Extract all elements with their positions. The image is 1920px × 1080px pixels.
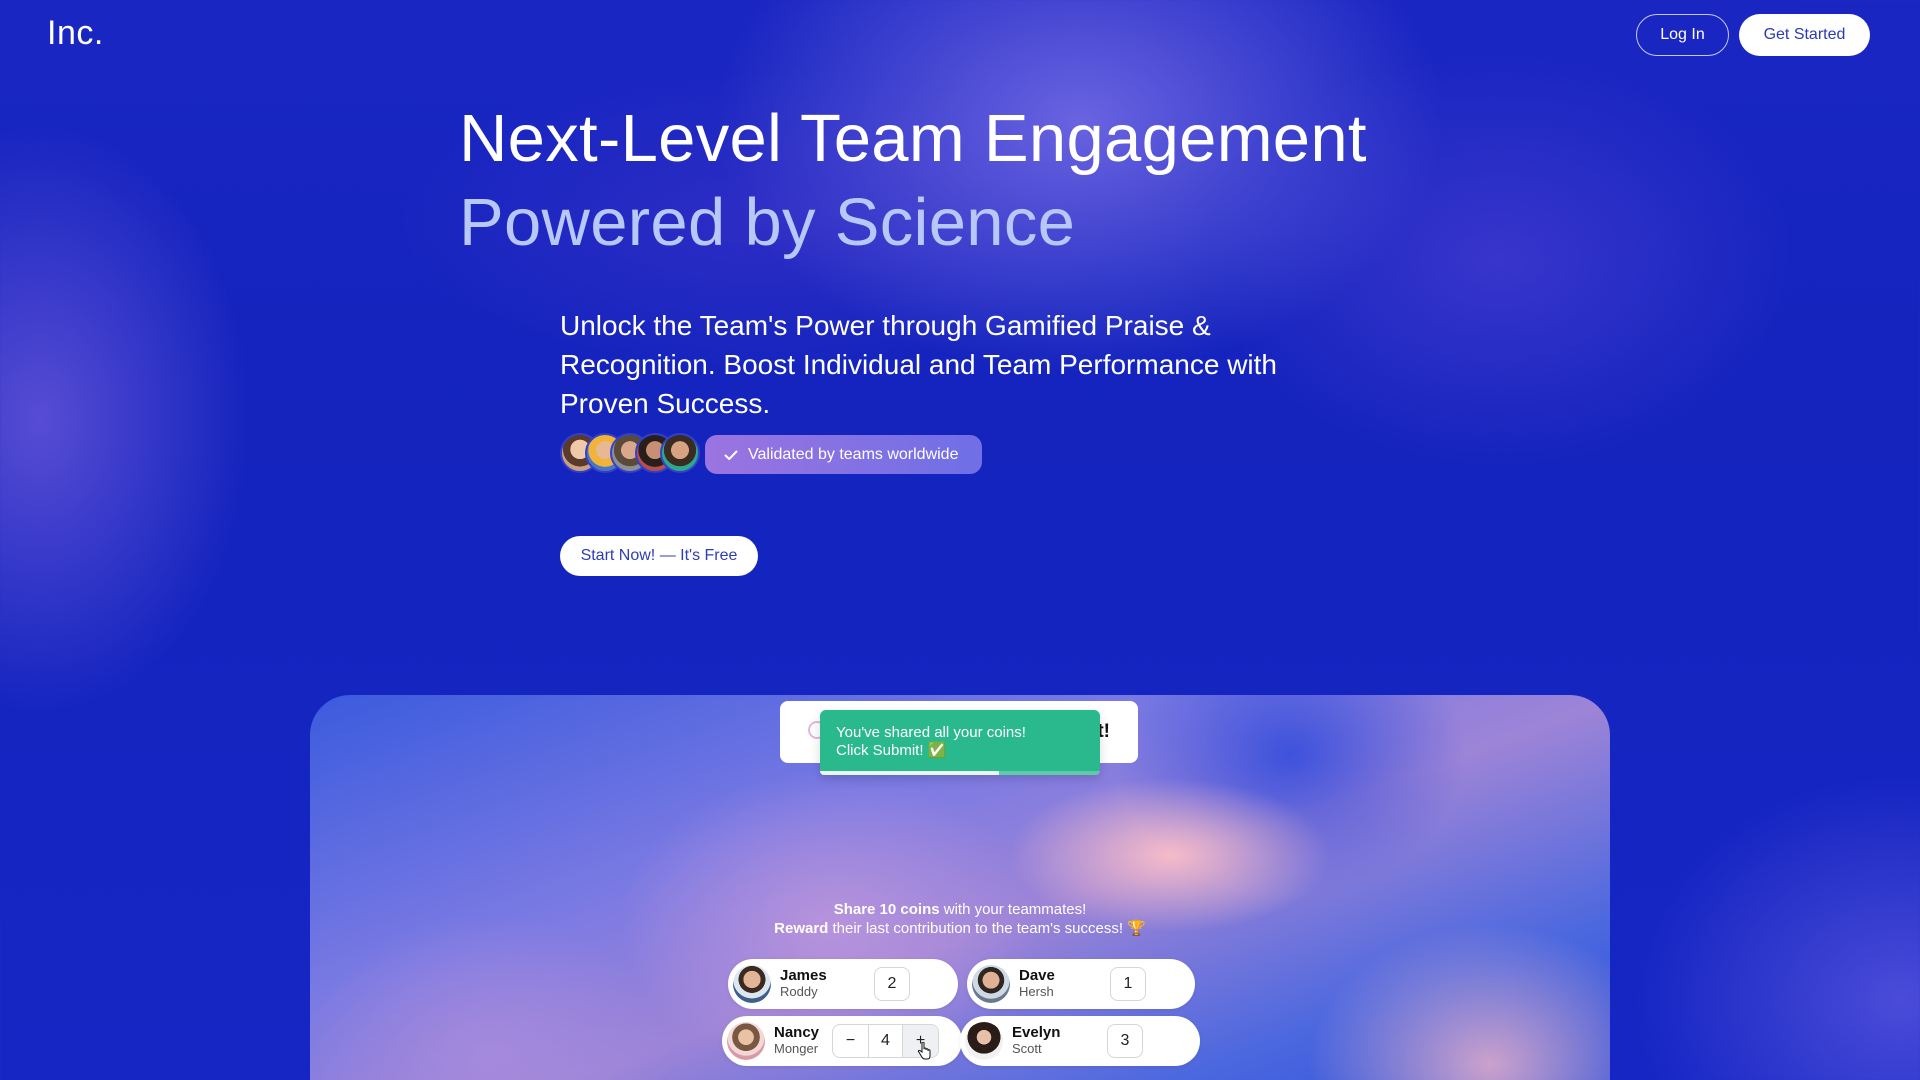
teammate-first-name: James	[780, 967, 827, 984]
teammate-last-name: Scott	[1012, 1041, 1042, 1056]
coin-count[interactable]: 2	[874, 967, 910, 1001]
demo-preview: t! You've shared all your coins! Click S…	[310, 695, 1610, 1080]
hero-title: Next-Level Team Engagement	[459, 101, 1367, 176]
instructions: Share 10 coins with your teammates! Rewa…	[660, 900, 1260, 938]
instructions-text: their last contribution to the team's su…	[828, 920, 1146, 937]
toast-notification[interactable]: You've shared all your coins! Click Subm…	[820, 710, 1100, 775]
teammate-last-name: Roddy	[780, 984, 818, 999]
get-started-button[interactable]: Get Started	[1739, 14, 1870, 56]
avatar	[727, 1022, 765, 1060]
teammate-card-dave[interactable]: Dave Hersh 1	[967, 959, 1195, 1009]
toast-progress-fill	[820, 771, 1000, 775]
teammate-first-name: Dave	[1019, 967, 1055, 984]
teammate-card-james[interactable]: James Roddy 2	[728, 959, 958, 1009]
check-icon	[723, 447, 739, 463]
instructions-bold: Reward	[774, 920, 829, 937]
coin-count[interactable]: 1	[1110, 967, 1146, 1001]
instructions-text: with your teammates!	[939, 901, 1087, 918]
validated-label: Validated by teams worldwide	[748, 445, 959, 463]
instructions-bold: Share 10 coins	[833, 901, 940, 918]
log-in-button[interactable]: Log In	[1636, 14, 1729, 56]
teammate-first-name: Evelyn	[1012, 1024, 1061, 1041]
avatar	[660, 433, 700, 473]
teammate-last-name: Hersh	[1019, 984, 1054, 999]
teammate-card-evelyn[interactable]: Evelyn Scott 3	[960, 1016, 1200, 1066]
validated-badge: Validated by teams worldwide	[705, 435, 982, 474]
brand-logo[interactable]: Inc.	[47, 14, 104, 53]
coin-count[interactable]: 3	[1107, 1024, 1143, 1058]
start-now-button[interactable]: Start Now! — It's Free	[560, 536, 758, 576]
hero-subtitle: Unlock the Team's Power through Gamified…	[560, 310, 1277, 419]
teammate-last-name: Monger	[774, 1041, 819, 1056]
pointer-cursor-icon	[917, 1042, 931, 1060]
avatar	[972, 965, 1010, 1003]
hero-title-secondary: Powered by Science	[459, 185, 1076, 260]
toast-line: Click Submit! ✅	[836, 742, 947, 759]
teammate-first-name: Nancy	[774, 1024, 820, 1041]
decrement-button[interactable]: −	[833, 1025, 868, 1057]
toast-line: You've shared all your coins!	[836, 724, 1026, 741]
toast-progress-bar	[820, 771, 1100, 775]
avatar	[965, 1022, 1003, 1060]
avatar	[733, 965, 771, 1003]
avatar-group	[560, 433, 702, 473]
teammate-card-nancy[interactable]: Nancy Monger − 4 +	[722, 1016, 962, 1066]
coin-count[interactable]: 4	[868, 1025, 903, 1057]
